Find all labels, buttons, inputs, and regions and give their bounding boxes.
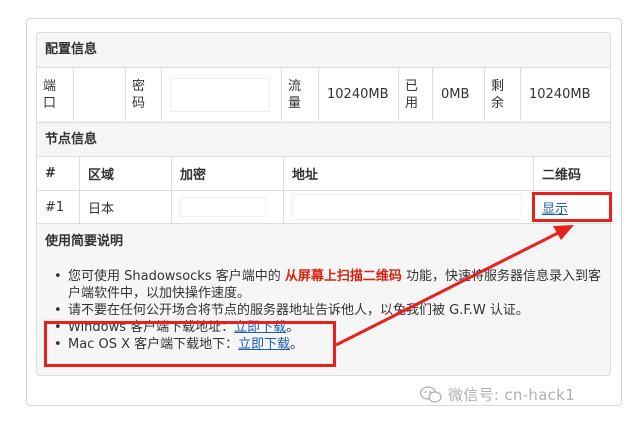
traffic-label: 流量	[281, 68, 318, 121]
col-region-header: 区域	[79, 157, 171, 190]
nodes-header-row: # 区域 加密 地址 二维码	[37, 156, 610, 190]
wechat-icon	[420, 385, 442, 403]
remaining-value: 10240MB	[520, 68, 610, 121]
annotation-box-qrcode	[532, 192, 612, 222]
used-label: 已用	[398, 68, 432, 121]
traffic-value: 10240MB	[318, 68, 398, 121]
list-item: 请不要在任何公开场合将节点的服务器地址告诉他人，以免我们被 G.F.W 认证。	[54, 302, 610, 319]
password-label: 密码	[125, 68, 161, 121]
port-value	[73, 68, 125, 121]
usage-highlight: 从屏幕上扫描二维码	[284, 269, 402, 284]
table-row: #1 日本 显示	[37, 190, 610, 224]
used-value: 0MB	[432, 68, 484, 121]
row-index: #1	[45, 199, 65, 215]
config-row: 端口 密码 流量 10240MB 已用 0MB 剩余 10240MB	[37, 67, 610, 121]
remaining-label: 剩余	[484, 68, 520, 121]
row-address	[283, 191, 533, 223]
watermark-text: 微信号: cn-hack1	[448, 386, 576, 404]
config-title: 配置信息	[37, 33, 610, 67]
annotation-box-downloads	[44, 321, 336, 367]
usage-text: 您可使用 Shadowsocks 客户端中的	[68, 269, 281, 284]
password-value	[161, 68, 281, 121]
col-encryption-header: 加密	[171, 157, 283, 190]
col-index-header: #	[45, 166, 56, 181]
port-label: 端口	[43, 78, 57, 111]
usage-text: 请不要在任何公开场合将节点的服务器地址告诉他人，以免我们被 G.F.W 认证。	[68, 303, 529, 318]
col-qrcode-header: 二维码	[533, 157, 610, 190]
row-encryption	[171, 191, 283, 223]
nodes-title: 节点信息	[37, 122, 610, 156]
col-address-header: 地址	[283, 157, 533, 190]
row-region: 日本	[79, 191, 171, 223]
usage-title: 使用简要说明	[37, 225, 610, 259]
watermark: 微信号: cn-hack1	[420, 384, 575, 405]
list-item: 您可使用 Shadowsocks 客户端中的 从屏幕上扫描二维码 功能，快速将服…	[54, 268, 610, 302]
